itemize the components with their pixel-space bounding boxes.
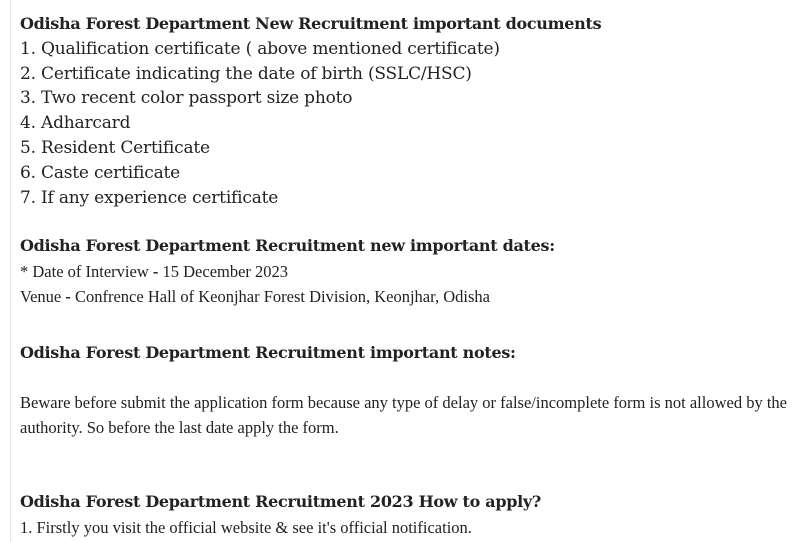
interview-date: 15 December 2023: [158, 262, 289, 282]
venue-value: Confrence Hall of Keonjhar Forest Divisi…: [70, 287, 490, 307]
interview-label: * Date of Interview: [20, 262, 153, 282]
document-item: 4. Adharcard: [20, 113, 131, 134]
document-item: 6. Caste certificate: [20, 162, 181, 183]
documents-heading: Odisha Forest Department New Recruitment…: [20, 14, 602, 33]
interview-date-line: * Date of Interview - 15 December 2023: [20, 259, 800, 284]
document-item: 3. Two recent color passport size photo: [20, 88, 353, 109]
venue-label: Venue: [20, 287, 66, 307]
article-content: Odisha Forest Department New Recruitment…: [20, 12, 800, 540]
document-item: 1. Qualification certificate ( above men…: [20, 38, 500, 59]
notes-paragraph: Beware before submit the application for…: [20, 392, 787, 437]
document-item: 7. If any experience certificate: [20, 187, 279, 208]
document-item: 5. Resident Certificate: [20, 137, 210, 158]
left-divider: [10, 0, 11, 542]
notes-heading: Odisha Forest Department Recruitment imp…: [20, 343, 516, 363]
dates-heading: Odisha Forest Department Recruitment new…: [20, 236, 555, 256]
article-page: Odisha Forest Department New Recruitment…: [0, 0, 808, 542]
venue-line: Venue - Confrence Hall of Keonjhar Fores…: [20, 284, 800, 309]
apply-step: 1. Firstly you visit the official websit…: [20, 517, 472, 537]
document-item: 2. Certificate indicating the date of bi…: [20, 63, 472, 84]
apply-heading: Odisha Forest Department Recruitment 202…: [20, 491, 541, 511]
